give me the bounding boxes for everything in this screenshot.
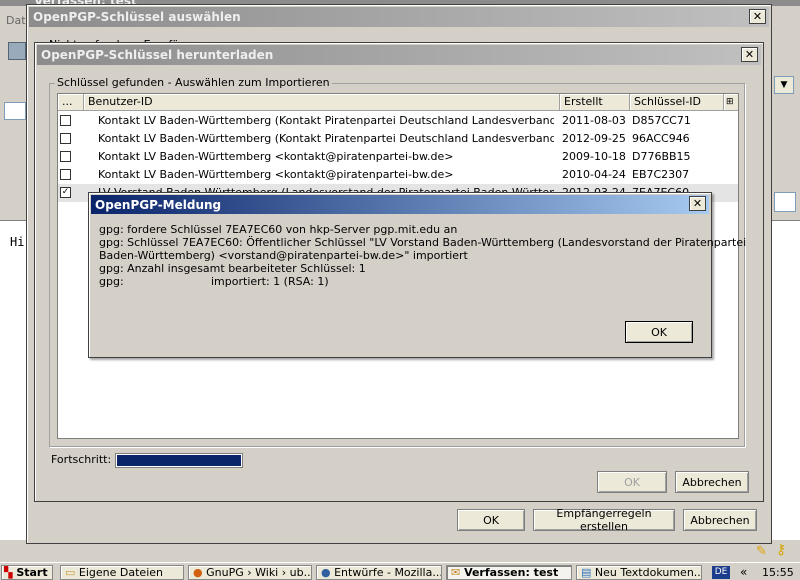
download-keys-titlebar: OpenPGP-Schlüssel herunterladen — [37, 45, 761, 65]
row-user-id: Kontakt LV Baden-Württemberg (Kontakt Pi… — [98, 114, 554, 127]
compose-icon: ✉ — [451, 566, 461, 579]
taskbar-item-label: Entwürfe - Mozilla... — [334, 566, 442, 579]
message-ok-button[interactable]: OK — [625, 321, 693, 343]
close-icon: ✕ — [752, 10, 763, 23]
message-line: gpg: — [99, 275, 124, 288]
select-keys-titlebar: OpenPGP-Schlüssel auswählen — [29, 7, 769, 27]
taskbar-item-label: Eigene Dateien — [78, 566, 163, 579]
message-close-button[interactable]: ✕ — [689, 196, 706, 211]
thunderbird-icon: ● — [321, 566, 331, 579]
progress-bar — [115, 453, 243, 468]
download-cancel-button[interactable]: Abbrechen — [675, 471, 749, 493]
notepad-icon: ▤ — [581, 566, 592, 579]
table-row[interactable]: Kontakt LV Baden-Württemberg (Kontakt Pi… — [58, 112, 738, 130]
download-keys-title: OpenPGP-Schlüssel herunterladen — [41, 48, 274, 62]
message-title: OpenPGP-Meldung — [95, 197, 222, 212]
taskbar-item-label: GnuPG › Wiki › ub... — [206, 566, 312, 579]
col-user-id[interactable]: Benutzer-ID — [84, 94, 560, 111]
windows-logo-icon: ▚ — [4, 566, 13, 579]
column-picker-button[interactable]: ⊞ — [724, 94, 738, 111]
close-icon: ✕ — [692, 197, 703, 210]
taskbar-item-textdoc[interactable]: ▤ Neu Textdokumen... — [576, 565, 702, 580]
row-checkbox[interactable] — [60, 133, 71, 144]
taskbar-item-label: Verfassen: test — [464, 566, 559, 579]
language-indicator[interactable]: DE — [712, 566, 730, 579]
tray-expand-button[interactable]: « — [740, 565, 747, 579]
select-keys-title: OpenPGP-Schlüssel auswählen — [33, 10, 241, 24]
language-label: DE — [714, 567, 728, 577]
row-key-id: D857CC71 — [632, 114, 691, 127]
message-imported-count: importiert: 1 (RSA: 1) — [211, 275, 329, 288]
row-created: 2012-09-25 — [562, 132, 626, 145]
row-key-id: 96ACC946 — [632, 132, 690, 145]
select-ok-button[interactable]: OK — [457, 509, 525, 531]
message-titlebar: OpenPGP-Meldung — [91, 195, 709, 214]
message-line: Baden-Württemberg) <vorstand@piratenpart… — [99, 249, 468, 262]
taskbar-item-gnupg-wiki[interactable]: ● GnuPG › Wiki › ub... — [188, 565, 312, 580]
openpgp-message-dialog: OpenPGP-Meldung ✕ gpg: fordere Schlüssel… — [88, 192, 746, 358]
toolbar-icon[interactable] — [8, 42, 26, 60]
select-keys-close-button[interactable]: ✕ — [749, 9, 766, 24]
col-key-id[interactable]: Schlüssel-ID — [630, 94, 724, 111]
row-created: 2009-10-18 — [562, 150, 626, 163]
row-key-id: EB7C2307 — [632, 168, 690, 181]
folder-icon: ▭ — [65, 566, 76, 579]
row-user-id: Kontakt LV Baden-Württemberg (Kontakt Pi… — [98, 132, 554, 145]
status-pen-icon: ✎ — [756, 544, 767, 559]
right-field[interactable] — [774, 192, 796, 212]
keys-found-group-label: Schlüssel gefunden - Auswählen zum Impor… — [55, 76, 332, 89]
download-keys-close-button[interactable]: ✕ — [741, 47, 758, 62]
row-checkbox-checked[interactable]: ✓ — [60, 187, 71, 198]
progress-label: Fortschritt: — [51, 453, 112, 466]
table-row[interactable]: Kontakt LV Baden-Württemberg <kontakt@pi… — [58, 148, 738, 166]
col-created[interactable]: Erstellt — [560, 94, 630, 111]
select-cancel-button[interactable]: Abbrechen — [683, 509, 757, 531]
row-key-id: D776BB15 — [632, 150, 691, 163]
row-user-id: Kontakt LV Baden-Württemberg <kontakt@pi… — [98, 168, 454, 181]
clock: 15:55 — [762, 566, 794, 579]
taskbar-item-documents[interactable]: ▭ Eigene Dateien — [60, 565, 184, 580]
status-key-icon: ⚷ — [776, 542, 787, 558]
row-created: 2011-08-03 — [562, 114, 626, 127]
firefox-icon: ● — [193, 566, 203, 579]
close-icon: ✕ — [744, 48, 755, 61]
right-dropdown[interactable]: ▼ — [774, 76, 794, 94]
message-line: gpg: fordere Schlüssel 7EA7EC60 von hkp-… — [99, 223, 458, 236]
row-checkbox[interactable] — [60, 151, 71, 162]
row-created: 2010-04-24 — [562, 168, 626, 181]
message-line: gpg: Schlüssel 7EA7EC60: Öffentlicher Sc… — [99, 236, 747, 249]
start-button[interactable]: ▚ Start — [1, 565, 53, 580]
compose-body-text: Hi — [10, 235, 25, 249]
field-input[interactable] — [4, 102, 26, 120]
taskbar-item-compose[interactable]: ✉ Verfassen: test — [446, 565, 572, 580]
row-user-id: Kontakt LV Baden-Württemberg <kontakt@pi… — [98, 150, 454, 163]
col-select[interactable]: ... — [58, 94, 84, 111]
table-row[interactable]: Kontakt LV Baden-Württemberg (Kontakt Pi… — [58, 130, 738, 148]
row-checkbox[interactable] — [60, 115, 71, 126]
taskbar-item-drafts[interactable]: ● Entwürfe - Mozilla... — [316, 565, 442, 580]
download-ok-button[interactable]: OK — [597, 471, 667, 493]
row-checkbox[interactable] — [60, 169, 71, 180]
message-line: gpg: Anzahl insgesamt bearbeiteter Schlü… — [99, 262, 366, 275]
progress-bar-fill — [117, 455, 241, 466]
start-label: Start — [16, 566, 48, 579]
column-picker-icon: ⊞ — [726, 97, 734, 107]
taskbar-item-label: Neu Textdokumen... — [594, 566, 702, 579]
table-row[interactable]: Kontakt LV Baden-Württemberg <kontakt@pi… — [58, 166, 738, 184]
recipient-rules-button[interactable]: Empfängerregeln erstellen — [533, 507, 675, 533]
